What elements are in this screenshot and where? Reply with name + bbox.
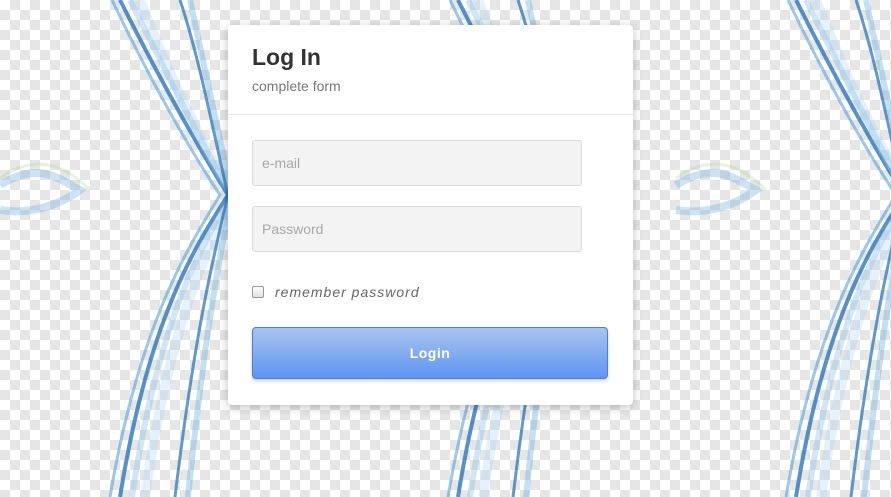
page-title: Log In: [252, 44, 321, 70]
login-card: Log In complete form remember password L…: [228, 25, 633, 405]
password-field[interactable]: [252, 206, 582, 252]
remember-password-row[interactable]: remember password: [252, 284, 609, 300]
login-card-header: Log In complete form: [228, 25, 633, 115]
form-subtitle: complete form: [252, 78, 341, 94]
login-button[interactable]: Login: [252, 327, 608, 379]
remember-password-checkbox[interactable]: [252, 286, 264, 298]
login-form: remember password Login: [228, 115, 633, 379]
remember-password-label[interactable]: remember password: [275, 284, 420, 300]
email-field[interactable]: [252, 140, 582, 186]
